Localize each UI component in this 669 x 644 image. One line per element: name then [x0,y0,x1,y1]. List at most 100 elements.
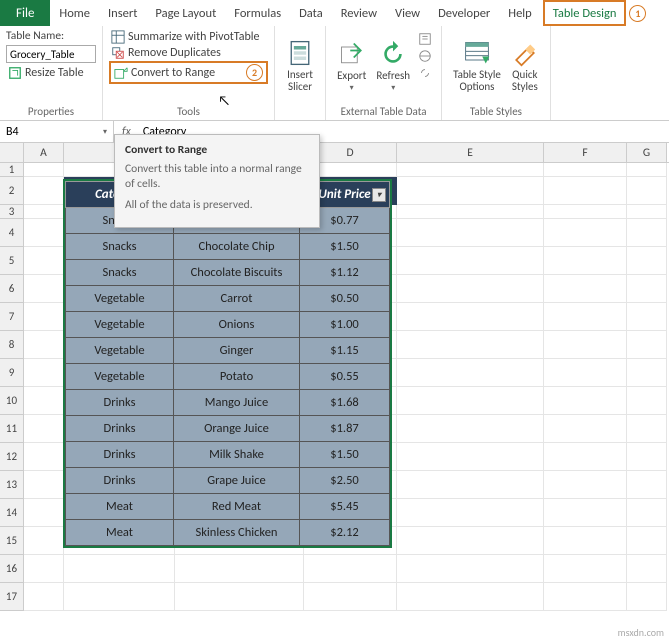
table-cell[interactable]: Skinless Chicken [174,520,300,546]
tab-developer[interactable]: Developer [429,0,499,26]
table-row[interactable]: VegetablePotato$0.55 [66,364,390,390]
name-box[interactable]: B4 ▾ [0,121,114,142]
table-cell[interactable]: $1.87 [300,416,390,442]
table-cell[interactable]: Drinks [66,442,174,468]
table-cell[interactable]: Chocolate Biscuits [174,260,300,286]
table-cell[interactable]: Drinks [66,468,174,494]
remove-dup-label: Remove Duplicates [128,46,221,60]
insert-slicer-button[interactable]: Insert Slicer [281,29,319,103]
table-row[interactable]: VegetableOnions$1.00 [66,312,390,338]
export-button[interactable]: Export ▾ [332,29,371,103]
row-header-10[interactable]: 10 [0,387,24,415]
row-header-15[interactable]: 15 [0,527,24,555]
table-row[interactable]: SnacksChocolate Biscuits$1.12 [66,260,390,286]
col-header-g[interactable]: G [627,143,667,162]
table-cell[interactable]: Snacks [66,260,174,286]
col-header-f[interactable]: F [544,143,627,162]
table-cell[interactable]: $2.50 [300,468,390,494]
col-header-e[interactable]: E [397,143,544,162]
resize-table-button[interactable]: Resize Table [6,65,96,81]
tab-help[interactable]: Help [499,0,540,26]
row-header-6[interactable]: 6 [0,275,24,303]
table-cell[interactable]: Vegetable [66,364,174,390]
table-cell[interactable]: Chocolate Chip [174,234,300,260]
name-box-value: B4 [6,125,19,139]
table-row[interactable]: MeatRed Meat$5.45 [66,494,390,520]
table-cell[interactable]: Meat [66,494,174,520]
row-header-17[interactable]: 17 [0,583,24,611]
tab-formulas[interactable]: Formulas [225,0,290,26]
table-cell[interactable]: Ginger [174,338,300,364]
convert-to-range-button[interactable]: Convert to Range 2 [109,61,268,84]
tab-data[interactable]: Data [290,0,332,26]
table-cell[interactable]: $1.50 [300,234,390,260]
row-header-2[interactable]: 2 [0,177,24,205]
properties-icon[interactable] [418,32,432,46]
table-style-options-button[interactable]: Table Style Options [448,29,506,103]
table-cell[interactable]: Vegetable [66,286,174,312]
quick-styles-button[interactable]: Quick Styles [506,29,544,103]
browser-icon[interactable] [418,49,432,63]
remove-duplicates-button[interactable]: Remove Duplicates [109,45,268,61]
table-cell[interactable]: $5.45 [300,494,390,520]
table-cell[interactable]: Potato [174,364,300,390]
table-cell[interactable]: $1.12 [300,260,390,286]
tab-home[interactable]: Home [50,0,99,26]
table-cell[interactable]: Meat [66,520,174,546]
row-header-8[interactable]: 8 [0,331,24,359]
table-cell[interactable]: Grape Juice [174,468,300,494]
table-cell[interactable]: Orange Juice [174,416,300,442]
table-cell[interactable]: $1.15 [300,338,390,364]
row-header-16[interactable]: 16 [0,555,24,583]
filter-button[interactable]: ▾ [372,188,386,202]
row-header-1[interactable]: 1 [0,163,24,177]
table-row[interactable]: DrinksOrange Juice$1.87 [66,416,390,442]
group-slicer: Insert Slicer [275,26,326,120]
table-cell[interactable]: Red Meat [174,494,300,520]
row-header-3[interactable]: 3 [0,205,24,219]
select-all[interactable] [0,143,24,162]
table-row[interactable]: SnacksChocolate Chip$1.50 [66,234,390,260]
table-row[interactable]: VegetableCarrot$0.50 [66,286,390,312]
row-header-14[interactable]: 14 [0,499,24,527]
tab-table-design[interactable]: Table Design [543,0,627,26]
table-cell[interactable]: $0.50 [300,286,390,312]
row-header-4[interactable]: 4 [0,219,24,247]
tab-view[interactable]: View [386,0,429,26]
table-cell[interactable]: Mango Juice [174,390,300,416]
table-row[interactable]: DrinksMango Juice$1.68 [66,390,390,416]
row-header-9[interactable]: 9 [0,359,24,387]
row-header-5[interactable]: 5 [0,247,24,275]
unlink-icon[interactable] [418,66,432,80]
tab-page-layout[interactable]: Page Layout [146,0,225,26]
table-cell[interactable]: $1.68 [300,390,390,416]
table-cell[interactable]: Drinks [66,416,174,442]
table-cell[interactable]: Vegetable [66,312,174,338]
table-cell[interactable]: $2.12 [300,520,390,546]
table-cell[interactable]: $0.55 [300,364,390,390]
table-cell[interactable]: Onions [174,312,300,338]
tab-review[interactable]: Review [332,0,386,26]
row-header-11[interactable]: 11 [0,415,24,443]
refresh-button[interactable]: Refresh ▾ [371,29,415,103]
row-header-12[interactable]: 12 [0,443,24,471]
tab-insert[interactable]: Insert [99,0,146,26]
table-cell[interactable]: Vegetable [66,338,174,364]
table-row[interactable]: DrinksMilk Shake$1.50 [66,442,390,468]
table-cell[interactable]: $1.00 [300,312,390,338]
table-cell[interactable]: Snacks [66,234,174,260]
table-row[interactable]: DrinksGrape Juice$2.50 [66,468,390,494]
row-header-7[interactable]: 7 [0,303,24,331]
grid-row: 1 [0,163,669,177]
table-row[interactable]: MeatSkinless Chicken$2.12 [66,520,390,546]
file-tab[interactable]: File [0,0,50,26]
table-row[interactable]: VegetableGinger$1.15 [66,338,390,364]
table-cell[interactable]: $1.50 [300,442,390,468]
summarize-pivot-button[interactable]: Summarize with PivotTable [109,29,268,45]
col-header-a[interactable]: A [24,143,64,162]
table-cell[interactable]: Drinks [66,390,174,416]
table-name-input[interactable] [6,45,96,63]
row-header-13[interactable]: 13 [0,471,24,499]
table-cell[interactable]: Milk Shake [174,442,300,468]
table-cell[interactable]: Carrot [174,286,300,312]
